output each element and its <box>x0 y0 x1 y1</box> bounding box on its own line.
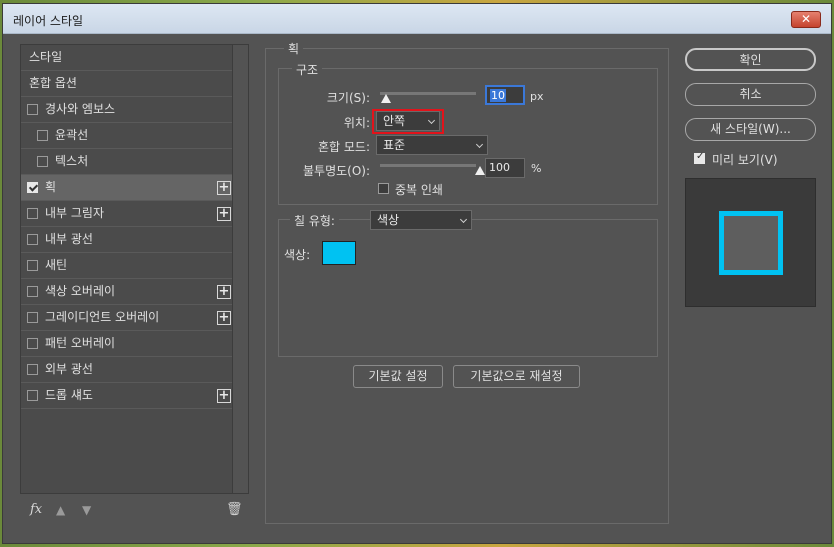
size-value: 10 <box>490 89 506 102</box>
style-item-label: 내부 그림자 <box>45 206 105 220</box>
blend-mode-label: 혼합 모드: <box>317 140 370 154</box>
chevron-down-icon <box>427 116 436 125</box>
size-slider-track[interactable] <box>380 92 476 95</box>
size-input[interactable]: 10 <box>485 85 525 105</box>
style-item[interactable]: 스타일 <box>21 45 233 71</box>
style-checkbox[interactable] <box>27 104 38 115</box>
style-item-label: 스타일 <box>29 50 63 64</box>
position-label: 위치: <box>343 116 370 130</box>
stroke-color-swatch[interactable] <box>322 241 356 265</box>
structure-title: 구조 <box>292 61 323 78</box>
style-item-label: 내부 광선 <box>45 232 93 246</box>
style-checkbox[interactable] <box>27 364 38 375</box>
style-item-label: 드롭 섀도 <box>45 388 93 402</box>
style-item[interactable]: 내부 그림자 + <box>21 201 233 227</box>
style-item-label: 색상 오버레이 <box>45 284 116 298</box>
stroke-section-title: 획 <box>284 40 304 57</box>
style-item-label: 윤곽선 <box>55 128 89 142</box>
chevron-down-icon <box>475 140 484 149</box>
color-label: 색상: <box>284 248 311 262</box>
style-item[interactable]: 새틴 <box>21 253 233 279</box>
size-label: 크기(S): <box>326 91 370 105</box>
style-item[interactable]: 패턴 오버레이 <box>21 331 233 357</box>
style-checkbox[interactable] <box>27 182 38 193</box>
add-icon[interactable]: + <box>217 285 231 299</box>
preview-stroke-square <box>719 211 783 275</box>
ok-button[interactable]: 확인 <box>685 48 816 71</box>
blend-mode-dropdown[interactable]: 표준 <box>376 135 488 155</box>
overprint-checkbox[interactable] <box>378 183 389 194</box>
styles-scrollbar[interactable] <box>232 45 248 493</box>
style-item-label: 혼합 옵션 <box>29 76 77 90</box>
size-slider-thumb[interactable] <box>380 94 391 103</box>
styles-panel: 스타일 혼합 옵션 경사와 엠보스 윤곽선 텍스처 획 + 내부 그림자 + 내부 광선 새틴 색상 … <box>20 44 249 494</box>
new-style-button[interactable]: 새 스타일(W)... <box>685 118 816 141</box>
opacity-value: 100 <box>489 161 510 174</box>
move-down-icon[interactable]: ▼ <box>82 503 91 517</box>
style-checkbox[interactable] <box>27 338 38 349</box>
position-dropdown[interactable]: 안쪽 <box>376 111 440 131</box>
style-item[interactable]: 텍스처 <box>21 149 233 175</box>
trash-icon[interactable]: 🗑 <box>226 502 243 517</box>
style-checkbox[interactable] <box>27 286 38 297</box>
style-item[interactable]: 외부 광선 <box>21 357 233 383</box>
style-checkbox[interactable] <box>27 260 38 271</box>
style-checkbox[interactable] <box>37 130 48 141</box>
style-checkbox[interactable] <box>37 156 48 167</box>
preview-thumbnail <box>685 178 816 307</box>
title-bar: 레이어 스타일 ✕ <box>3 4 831 34</box>
overprint-label: 중복 인쇄 <box>395 183 443 197</box>
style-item[interactable]: 내부 광선 <box>21 227 233 253</box>
reset-default-button[interactable]: 기본값으로 재설정 <box>453 365 580 388</box>
opacity-label: 불투명도(O): <box>302 164 370 178</box>
preview-label: 미리 보기(V) <box>712 153 778 167</box>
opacity-slider-thumb[interactable] <box>475 166 485 175</box>
style-item[interactable]: 혼합 옵션 <box>21 71 233 97</box>
fill-type-label: 칠 유형: <box>290 212 339 229</box>
add-icon[interactable]: + <box>217 311 231 325</box>
fill-type-group <box>278 219 658 357</box>
add-icon[interactable]: + <box>217 389 231 403</box>
position-value: 안쪽 <box>383 114 406 128</box>
style-item-label: 패턴 오버레이 <box>45 336 116 350</box>
move-up-icon[interactable]: ▲ <box>56 503 65 517</box>
style-item[interactable]: 색상 오버레이 + <box>21 279 233 305</box>
set-default-button[interactable]: 기본값 설정 <box>353 365 443 388</box>
style-item-label: 그레이디언트 오버레이 <box>45 310 160 324</box>
fill-type-value: 색상 <box>377 213 400 227</box>
style-item-label: 새틴 <box>45 258 68 272</box>
style-item[interactable]: 획 + <box>21 175 233 201</box>
style-item[interactable]: 윤곽선 <box>21 123 233 149</box>
dialog-title: 레이어 스타일 <box>13 14 84 28</box>
cancel-button[interactable]: 취소 <box>685 83 816 106</box>
check-icon: ✓ <box>696 151 705 162</box>
style-checkbox[interactable] <box>27 234 38 245</box>
add-icon[interactable]: + <box>217 207 231 221</box>
styles-panel-footer: fx ▲ ▼ 🗑 <box>20 500 249 524</box>
fill-type-dropdown[interactable]: 색상 <box>370 210 472 230</box>
chevron-down-icon <box>459 215 468 224</box>
style-item-label: 외부 광선 <box>45 362 93 376</box>
opacity-slider-track[interactable] <box>380 164 476 167</box>
style-item-label: 획 <box>45 180 57 194</box>
add-icon[interactable]: + <box>217 181 231 195</box>
opacity-input[interactable]: 100 <box>485 158 525 178</box>
style-item[interactable]: 그레이디언트 오버레이 + <box>21 305 233 331</box>
style-checkbox[interactable] <box>27 208 38 219</box>
size-unit: px <box>530 90 544 103</box>
style-item-label: 경사와 엠보스 <box>45 102 116 116</box>
style-item[interactable]: 드롭 섀도 + <box>21 383 233 409</box>
blend-mode-value: 표준 <box>383 138 406 152</box>
close-button[interactable]: ✕ <box>791 11 821 28</box>
style-checkbox[interactable] <box>27 390 38 401</box>
styles-list: 스타일 혼합 옵션 경사와 엠보스 윤곽선 텍스처 획 + 내부 그림자 + 내부 광선 새틴 색상 … <box>21 45 233 409</box>
style-checkbox[interactable] <box>27 312 38 323</box>
style-item[interactable]: 경사와 엠보스 <box>21 97 233 123</box>
fx-icon[interactable]: fx <box>30 502 42 517</box>
opacity-unit: % <box>531 162 542 175</box>
style-item-label: 텍스처 <box>55 154 89 168</box>
